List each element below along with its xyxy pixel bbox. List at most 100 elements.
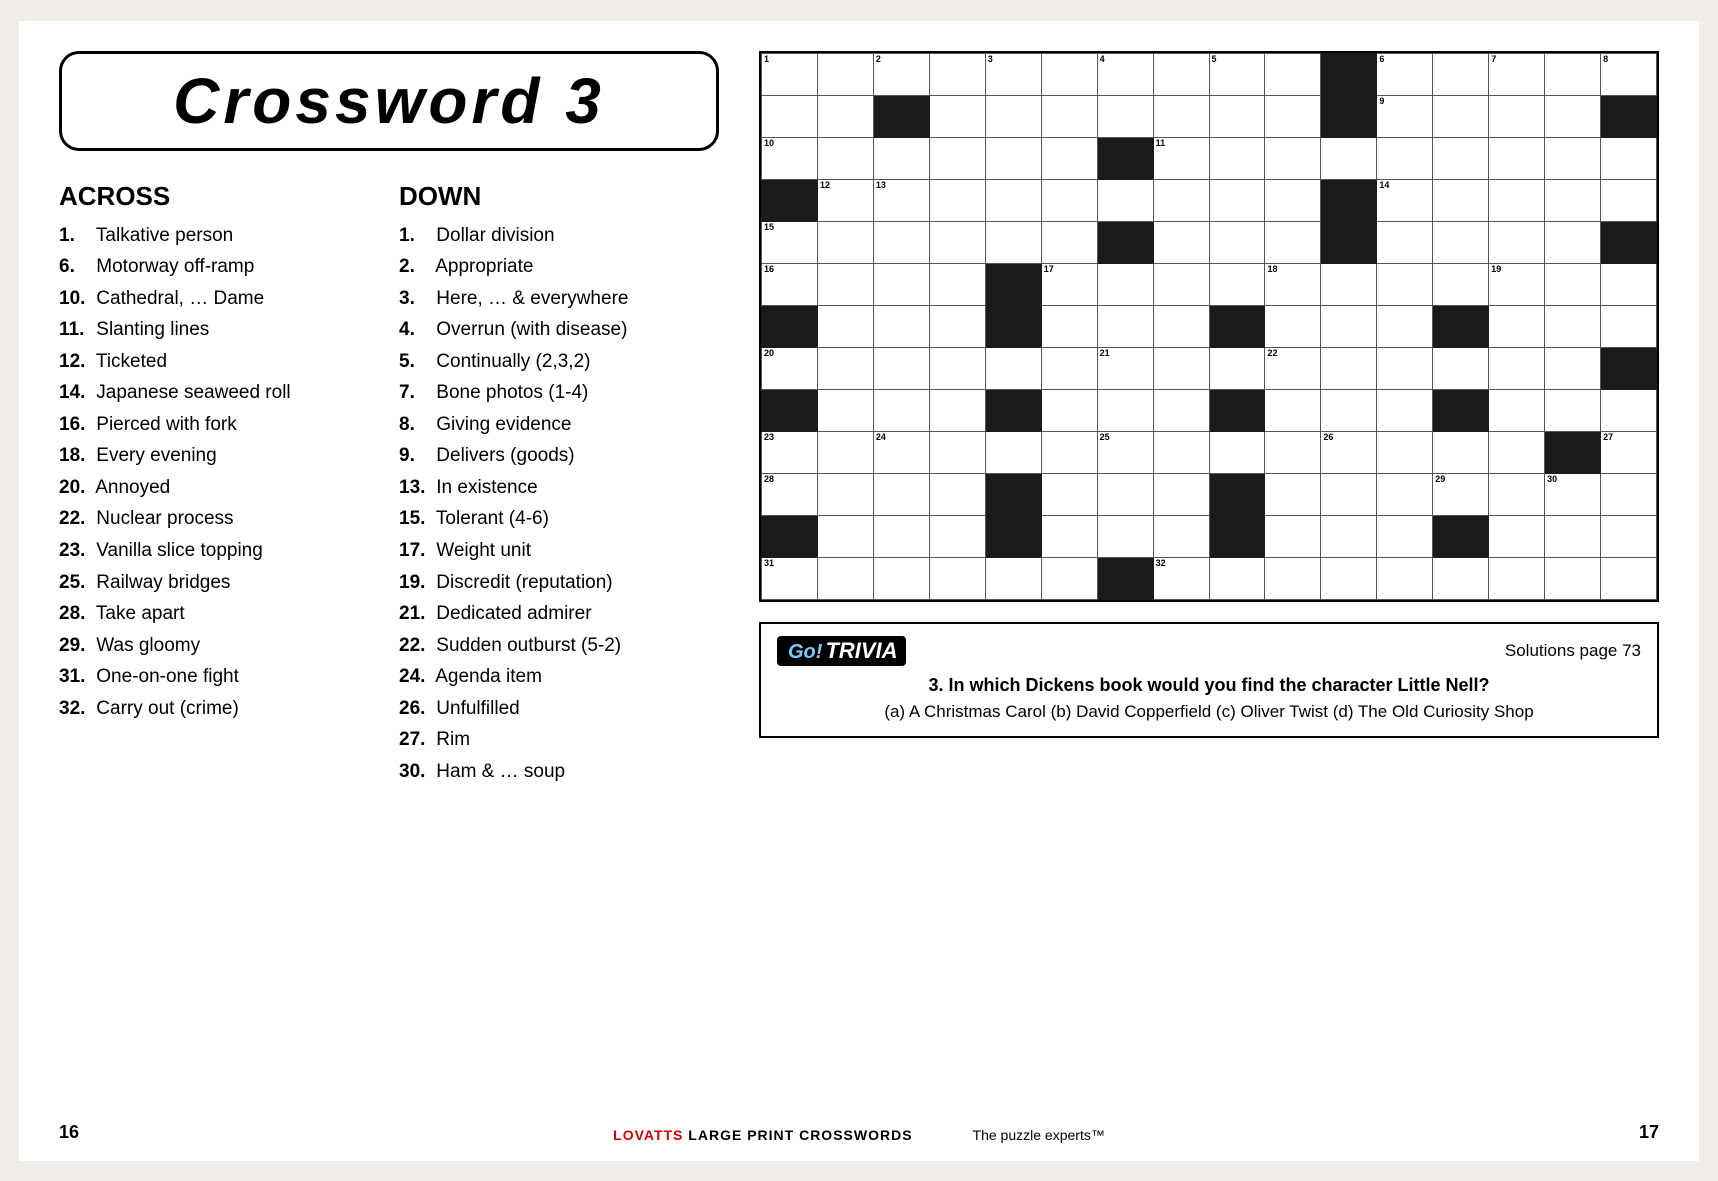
grid-cell: [1433, 221, 1489, 263]
grid-cell: [1489, 389, 1545, 431]
page-number-right: 17: [1639, 1122, 1659, 1143]
grid-cell: [1265, 179, 1321, 221]
crossword-title: Crossword 3: [82, 64, 696, 138]
grid-cell: [1321, 263, 1377, 305]
grid-cell: [985, 137, 1041, 179]
grid-cell: [929, 53, 985, 95]
grid-cell: [817, 473, 873, 515]
across-clue-item: 16. Pierced with fork: [59, 411, 379, 439]
grid-cell: [1545, 347, 1601, 389]
cell-number: 32: [1156, 559, 1166, 568]
grid-cell: 19: [1489, 263, 1545, 305]
across-clue-item: 10. Cathedral, … Dame: [59, 285, 379, 313]
grid-cell: [929, 95, 985, 137]
trivia-box: Go!TRIVIA Solutions page 73 3. In which …: [759, 622, 1659, 739]
down-clue-item: 5. Continually (2,3,2): [399, 348, 719, 376]
grid-cell: [1265, 557, 1321, 599]
grid-cell: [873, 305, 929, 347]
grid-cell: [873, 557, 929, 599]
cell-number: 13: [876, 181, 886, 190]
down-clue-item: 30. Ham & … soup: [399, 758, 719, 786]
clue-number: 29.: [59, 632, 91, 660]
cell-number: 2: [876, 55, 881, 64]
grid-cell: [1489, 515, 1545, 557]
grid-cell: [1601, 137, 1657, 179]
cell-number: 4: [1100, 55, 1105, 64]
across-heading: ACROSS: [59, 181, 379, 212]
grid-cell: 17: [1041, 263, 1097, 305]
across-clue-item: 29. Was gloomy: [59, 632, 379, 660]
grid-cell: [817, 557, 873, 599]
grid-cell: [1321, 389, 1377, 431]
trivia-answers: (a) A Christmas Carol (b) David Copperfi…: [777, 699, 1641, 725]
down-clue-item: 9. Delivers (goods): [399, 442, 719, 470]
grid-cell: [929, 305, 985, 347]
grid-cell: [1545, 137, 1601, 179]
down-clue-item: 1. Dollar division: [399, 222, 719, 250]
grid-cell: [985, 305, 1041, 347]
grid-cell: [1041, 305, 1097, 347]
grid-cell: [1433, 263, 1489, 305]
grid-cell: 32: [1153, 557, 1209, 599]
grid-cell: [1209, 179, 1265, 221]
clues-container: ACROSS 1. Talkative person6. Motorway of…: [59, 181, 719, 790]
cell-number: 18: [1267, 265, 1277, 274]
grid-cell: [1377, 515, 1433, 557]
grid-cell: [817, 221, 873, 263]
grid-cell: 2: [873, 53, 929, 95]
grid-cell: [762, 515, 818, 557]
grid-cell: 15: [762, 221, 818, 263]
grid-cell: [1377, 557, 1433, 599]
grid-cell: [1601, 95, 1657, 137]
grid-cell: 29: [1433, 473, 1489, 515]
grid-cell: 31: [762, 557, 818, 599]
right-panel: 1234567891011121314151617181920212223242…: [759, 51, 1659, 1131]
grid-cell: 20: [762, 347, 818, 389]
clue-number: 26.: [399, 695, 431, 723]
grid-cell: [1321, 473, 1377, 515]
grid-cell: [1153, 431, 1209, 473]
grid-cell: [1601, 515, 1657, 557]
grid-cell: [1209, 95, 1265, 137]
grid-cell: 16: [762, 263, 818, 305]
cell-number: 8: [1603, 55, 1608, 64]
grid-cell: 9: [1377, 95, 1433, 137]
footer-brand: LOVATTS LARGE PRINT CROSSWORDS: [613, 1127, 912, 1143]
clue-number: 21.: [399, 600, 431, 628]
grid-cell: [1545, 557, 1601, 599]
footer-center: LOVATTS LARGE PRINT CROSSWORDS The puzzl…: [613, 1127, 1105, 1143]
grid-cell: 12: [817, 179, 873, 221]
down-clue-item: 22. Sudden outburst (5-2): [399, 632, 719, 660]
grid-cell: [1097, 263, 1153, 305]
grid-cell: [1041, 557, 1097, 599]
grid-cell: [1433, 557, 1489, 599]
grid-cell: [1377, 389, 1433, 431]
grid-cell: [873, 221, 929, 263]
cell-number: 29: [1435, 475, 1445, 484]
grid-cell: [873, 347, 929, 389]
grid-cell: [1601, 473, 1657, 515]
clue-number: 22.: [59, 505, 91, 533]
clue-number: 31.: [59, 663, 91, 691]
cell-number: 5: [1212, 55, 1217, 64]
down-clue-item: 19. Discredit (reputation): [399, 569, 719, 597]
cell-number: 9: [1379, 97, 1384, 106]
down-clue-item: 26. Unfulfilled: [399, 695, 719, 723]
grid-cell: [929, 347, 985, 389]
grid-cell: 8: [1601, 53, 1657, 95]
grid-cell: [1041, 515, 1097, 557]
grid-cell: [1265, 137, 1321, 179]
grid-cell: [985, 473, 1041, 515]
down-section: DOWN 1. Dollar division2. Appropriate3. …: [399, 181, 719, 790]
grid-cell: [873, 263, 929, 305]
grid-cell: [817, 263, 873, 305]
grid-cell: [1265, 53, 1321, 95]
across-clue-item: 20. Annoyed: [59, 474, 379, 502]
left-panel: Crossword 3 ACROSS 1. Talkative person6.…: [59, 51, 719, 1131]
across-clue-item: 11. Slanting lines: [59, 316, 379, 344]
down-clue-item: 21. Dedicated admirer: [399, 600, 719, 628]
grid-cell: [1041, 179, 1097, 221]
grid-cell: [1097, 557, 1153, 599]
grid-cell: [985, 431, 1041, 473]
grid-cell: [1489, 473, 1545, 515]
